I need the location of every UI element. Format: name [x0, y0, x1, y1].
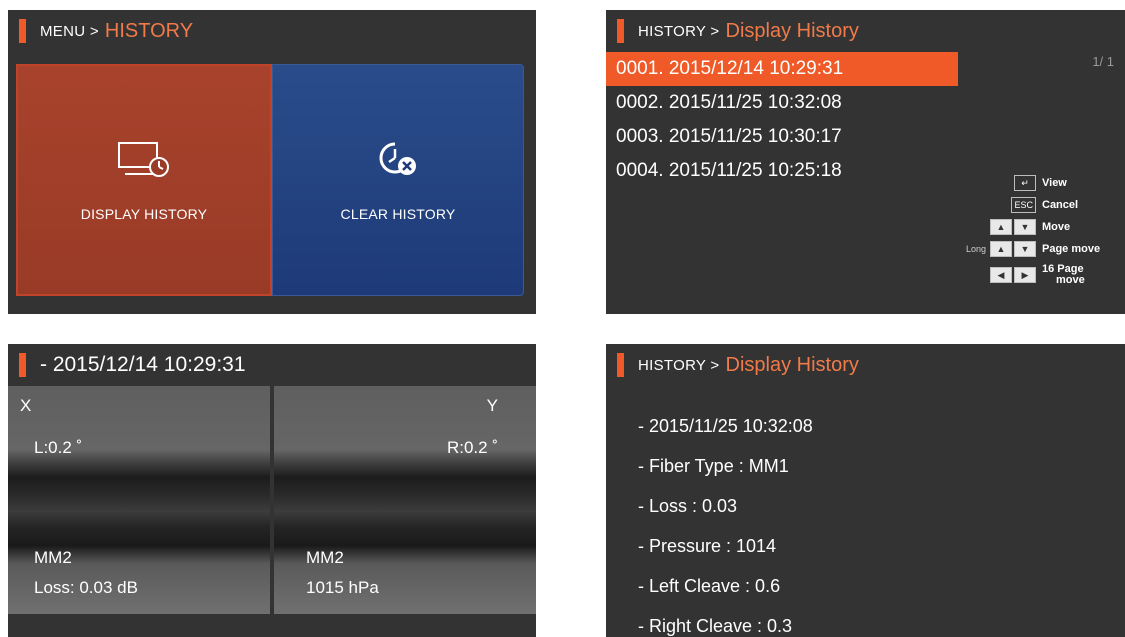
key-legend: ↵ View ESC Cancel ▲ ▼ Move Long ▲ ▼ Page… [935, 172, 1120, 290]
fiber-type: MM2 [34, 548, 72, 567]
header-accent-bar [617, 353, 624, 377]
display-history-button[interactable]: DISPLAY HISTORY [16, 64, 272, 296]
key-move: ▲ ▼ Move [935, 216, 1120, 238]
header: MENU > HISTORY [8, 10, 193, 52]
key-16-page-line2: move [1056, 274, 1085, 286]
enter-key-icon: ↵ [1014, 175, 1036, 191]
key-cancel-label: Cancel [1042, 198, 1079, 211]
history-detail-screen: HISTORY > Display History - 2015/11/25 1… [606, 344, 1125, 637]
down-arrow-icon: ▼ [1014, 219, 1036, 235]
key-page-move-label: Page move [1042, 242, 1101, 255]
history-list-item[interactable]: 0002. 2015/11/25 10:32:08 [606, 86, 958, 120]
breadcrumb: HISTORY > [638, 22, 720, 40]
clear-history-label: CLEAR HISTORY [340, 206, 456, 222]
header: HISTORY > Display History [606, 344, 859, 386]
breadcrumb: MENU > [40, 22, 99, 40]
down-arrow-icon: ▼ [1014, 241, 1036, 257]
detail-right-cleave: - Right Cleave : 0.3 [638, 616, 793, 636]
pressure: 1015 hPa [306, 578, 379, 597]
header-accent-bar [617, 19, 624, 43]
page-title: - 2015/12/14 10:29:31 [40, 353, 246, 376]
clear-history-icon [377, 138, 419, 182]
fiber-type: MM2 [306, 548, 344, 567]
right-arrow-icon: ▶ [1014, 267, 1036, 283]
up-arrow-icon: ▲ [990, 241, 1012, 257]
history-menu-screen: MENU > HISTORY DISPLAY HISTORY CLEAR HIS… [8, 10, 536, 314]
key-16-page-move-label: 16 Page move [1036, 264, 1120, 286]
axis-label: X [20, 396, 32, 415]
detail-datetime: - 2015/11/25 10:32:08 [638, 416, 813, 436]
long-press-label: Long [965, 244, 986, 254]
display-history-list-screen: HISTORY > Display History 1/ 1 0001. 201… [606, 10, 1125, 314]
display-history-icon [117, 138, 171, 182]
display-history-label: DISPLAY HISTORY [80, 206, 208, 222]
page-title: HISTORY [104, 19, 194, 42]
header: - 2015/12/14 10:29:31 [8, 344, 246, 386]
splice-result-screen: - 2015/12/14 10:29:31 X L:0.2 ˚ MM2 Loss… [8, 344, 536, 637]
clear-history-button[interactable]: CLEAR HISTORY [272, 64, 524, 296]
cleave-angle: R:0.2 ˚ [446, 438, 498, 457]
left-arrow-icon: ◀ [990, 267, 1012, 283]
key-16-page-move: ◀ ▶ 16 Page move [935, 260, 1120, 290]
key-view: ↵ View [935, 172, 1120, 194]
splice-loss: Loss: 0.03 dB [34, 578, 138, 597]
fiber-view-x: X L:0.2 ˚ MM2 Loss: 0.03 dB [8, 386, 270, 614]
key-view-label: View [1042, 176, 1067, 189]
history-details: - 2015/11/25 10:32:08 - Fiber Type : MM1… [638, 406, 813, 637]
esc-key: ESC [1011, 197, 1036, 213]
history-list-item[interactable]: 0004. 2015/11/25 10:25:18 [606, 154, 958, 188]
page-title: Display History [725, 19, 859, 42]
detail-pressure: - Pressure : 1014 [638, 536, 777, 556]
detail-fiber-type: - Fiber Type : MM1 [638, 456, 789, 476]
page-title: Display History [725, 353, 859, 376]
header-accent-bar [19, 19, 26, 43]
key-cancel: ESC Cancel [935, 194, 1120, 216]
history-list-item[interactable]: 0003. 2015/11/25 10:30:17 [606, 120, 958, 154]
fiber-view-y: Y R:0.2 ˚ MM2 1015 hPa [274, 386, 536, 614]
axis-label: Y [486, 396, 498, 415]
key-page-move: Long ▲ ▼ Page move [935, 238, 1120, 260]
breadcrumb: HISTORY > [638, 356, 720, 374]
header-accent-bar [19, 353, 26, 377]
detail-loss: - Loss : 0.03 [638, 496, 738, 516]
cleave-angle: L:0.2 ˚ [34, 438, 83, 457]
header: HISTORY > Display History [606, 10, 859, 52]
up-arrow-icon: ▲ [990, 219, 1012, 235]
history-list-item-selected[interactable]: 0001. 2015/12/14 10:29:31 [606, 52, 958, 86]
page-indicator: 1/ 1 [1092, 54, 1114, 69]
key-move-label: Move [1042, 220, 1071, 233]
detail-left-cleave: - Left Cleave : 0.6 [638, 576, 781, 596]
history-list: 0001. 2015/12/14 10:29:31 0002. 2015/11/… [606, 52, 958, 188]
